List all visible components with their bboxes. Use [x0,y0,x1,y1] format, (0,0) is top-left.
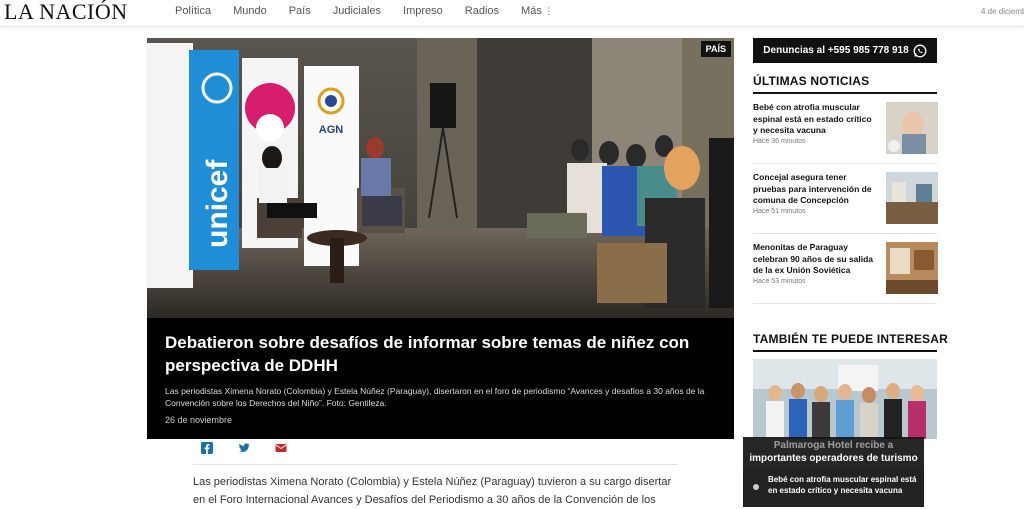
news-separator [753,303,937,304]
notification-popup[interactable]: Bebé con atrofia muscular espinal está e… [743,467,924,507]
whatsapp-icon [913,44,927,57]
unicef-banner-text: unicef [201,159,234,248]
nav-item-radios[interactable]: Radios [465,5,499,17]
news-time: Hace 36 minutos [753,138,806,145]
email-icon[interactable] [275,441,287,453]
agn-banner-text: AGN [319,124,344,136]
denuncias-whatsapp-button[interactable]: Denuncias al +595 985 778 918 [753,38,937,63]
hero-caption: Las periodistas Ximena Norato (Colombia)… [165,386,705,408]
twitter-icon[interactable] [238,441,250,453]
article-divider [193,464,678,465]
promo-headline[interactable]: Palmaroga Hotel recibe a importantes ope… [743,437,924,467]
news-title[interactable]: Concejal asegura tener pruebas para inte… [753,172,878,207]
hero-photo: unicef AGN [147,38,734,318]
news-time: Hace 53 minutos [753,278,806,285]
latest-news-underline [753,92,937,94]
news-separator [753,163,937,164]
facebook-icon[interactable] [201,441,213,454]
nav-item-pais[interactable]: País [289,5,311,17]
promo-photo[interactable] [753,359,937,439]
site-logo[interactable]: LA NACIÓN [4,0,128,24]
popup-text: Bebé con atrofia muscular espinal está e… [768,475,917,495]
nav-item-mas[interactable]: Más ⋮ [521,5,553,17]
nav-item-mas-label: Más [521,5,542,17]
bullet-icon [753,484,759,490]
top-navigation-bar: LA NACIÓN Política Mundo País Judiciales… [0,0,1024,27]
share-bar [201,441,312,454]
category-badge[interactable]: PAÍS [700,41,731,57]
hero-headline[interactable]: Debatieron sobre desafíos de informar so… [165,331,720,377]
hero-article[interactable]: unicef AGN PAÍS Debatieron sobre desafío… [147,38,734,439]
nav-item-mundo[interactable]: Mundo [233,5,267,17]
news-thumbnail[interactable] [886,172,938,224]
news-time: Hace 51 minutos [753,208,806,215]
promo-headline-line2: importantes operadores de turismo [749,453,918,464]
header-date: 4 de diciembre d [981,7,1024,16]
main-nav: Política Mundo País Judiciales Impreso R… [175,5,553,17]
interest-heading: TAMBIÉN TE PUEDE INTERESAR [753,332,948,346]
hero-date: 26 de noviembre [165,415,233,425]
interest-underline [753,350,937,352]
news-separator [753,233,937,234]
news-title[interactable]: Bebé con atrofia muscular espinal está e… [753,102,878,137]
news-thumbnail[interactable] [886,102,938,154]
news-title[interactable]: Menonitas de Paraguay celebran 90 años d… [753,242,878,277]
nav-item-impreso[interactable]: Impreso [403,5,443,17]
nav-item-politica[interactable]: Política [175,5,211,17]
news-thumbnail[interactable] [886,242,938,294]
more-dots-icon: ⋮ [541,6,554,16]
nav-item-judiciales[interactable]: Judiciales [333,5,381,17]
hero-text-block: Debatieron sobre desafíos de informar so… [165,331,720,425]
denuncias-label: Denuncias al +595 985 778 918 [763,45,909,56]
article-body: Las periodistas Ximena Norato (Colombia)… [193,476,672,506]
promo-headline-line1: Palmaroga Hotel recibe a [773,440,894,451]
latest-news-heading: ÚLTIMAS NOTICIAS [753,74,870,88]
